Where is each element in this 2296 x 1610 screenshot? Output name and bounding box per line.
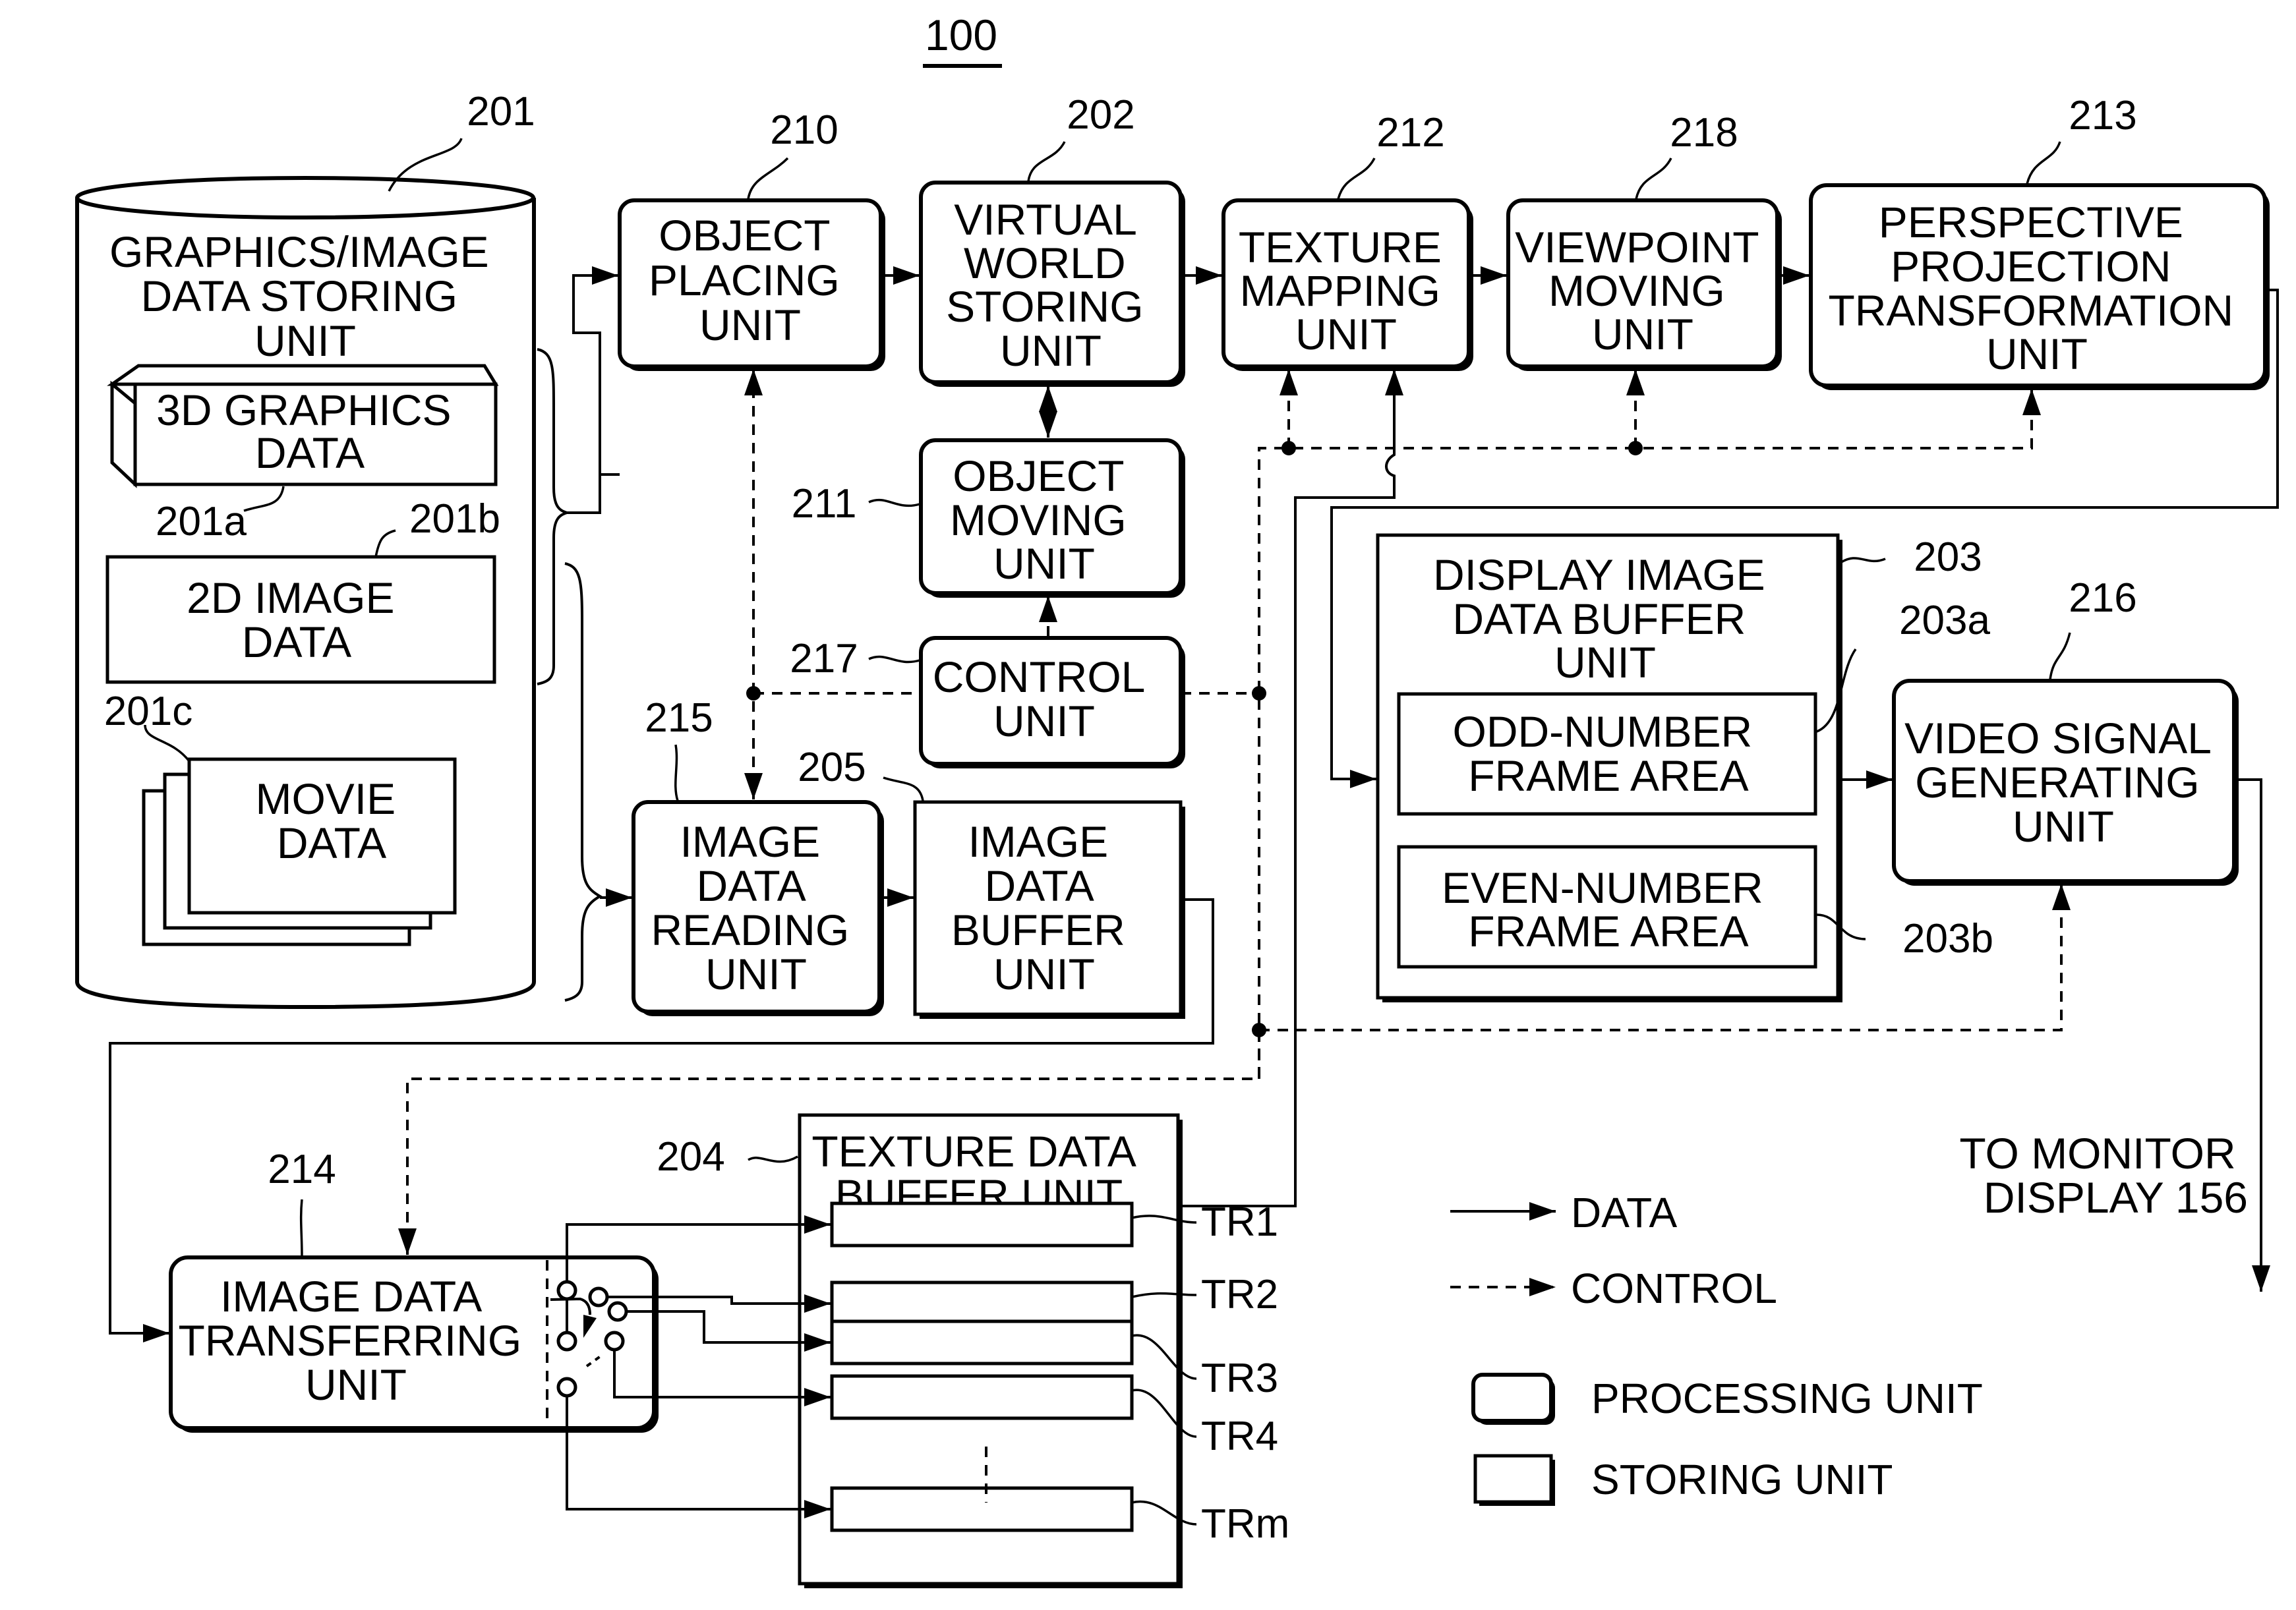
texture-mapping-unit: TEXTURE MAPPING UNIT 212 — [1222, 110, 1473, 371]
texture-slot-trm — [830, 1486, 1134, 1532]
figure-number: 100 — [923, 11, 1002, 68]
image-data-transferring-unit: IMAGE DATA TRANSFERRING UNIT 214 — [169, 1147, 659, 1433]
legend-processing-label: PROCESSING UNIT — [1591, 1375, 1983, 1422]
brace-lower — [564, 562, 603, 1002]
texture-slot-tr3 — [830, 1319, 1134, 1366]
object-moving-unit: OBJECT MOVING UNIT 211 — [792, 438, 1185, 598]
ref-201: 201 — [467, 89, 535, 134]
legend: DATA CONTROL PROCESSING UNIT STORING UNI… — [1450, 1189, 1983, 1506]
viewpoint-moving-unit: VIEWPOINT MOVING UNIT 218 — [1506, 110, 1782, 371]
brace-connector — [567, 473, 620, 514]
ref-203a: 203a — [1899, 598, 1990, 643]
legend-control-label: CONTROL — [1571, 1265, 1777, 1312]
ref-201b: 201b — [409, 496, 500, 542]
ref-211: 211 — [792, 481, 857, 527]
ref-205: 205 — [798, 745, 866, 790]
ref-215: 215 — [645, 695, 713, 741]
slot-label-tr4: TR4 — [1201, 1414, 1278, 1459]
ref-201c: 201c — [104, 689, 192, 734]
ref-202: 202 — [1067, 92, 1134, 138]
legend-storing-symbol — [1473, 1454, 1553, 1504]
ref-210: 210 — [770, 107, 838, 153]
ref-212: 212 — [1376, 110, 1444, 156]
ref-214: 214 — [268, 1147, 336, 1192]
ref-203: 203 — [1914, 534, 1982, 580]
ref-217: 217 — [790, 636, 858, 681]
object-placing-unit: OBJECT PLACING UNIT 210 — [618, 107, 885, 371]
slot-label-tr2: TR2 — [1201, 1272, 1278, 1317]
ref-201a: 201a — [156, 499, 247, 544]
svg-text:MOVIE DATA: MOVIE DATA — [255, 774, 407, 867]
texture-slot-tr4 — [830, 1374, 1134, 1420]
legend-processing-symbol — [1471, 1373, 1553, 1423]
ref-216: 216 — [2069, 575, 2136, 621]
legend-storing-label: STORING UNIT — [1591, 1456, 1893, 1503]
svg-text:ODD-NUMBER FRAME AREA: ODD-NUMBER FRAME AREA — [1453, 707, 1765, 800]
brace-upper — [537, 348, 572, 685]
perspective-projection-transformation-unit: PERSPECTIVE PROJECTION TRANSFORMATION UN… — [1809, 93, 2270, 390]
image-data-reading-unit: IMAGE DATA READING UNIT 215 — [632, 695, 884, 1016]
ref-218: 218 — [1670, 110, 1738, 156]
ref-203b: 203b — [1902, 916, 1993, 962]
svg-text:EVEN-NUMBER FRAME AREA: EVEN-NUMBER FRAME AREA — [1442, 863, 1775, 956]
legend-data-label: DATA — [1571, 1189, 1678, 1236]
ref-204: 204 — [657, 1134, 724, 1180]
texture-slot-tr1 — [830, 1201, 1134, 1248]
ref-213: 213 — [2069, 93, 2136, 138]
block-diagram: 100 GRAPHICS/IMAGE DATA STORING UNIT 201… — [75, 11, 2279, 1588]
monitor-output-label: TO MONITOR DISPLAY 156 — [1959, 1129, 2248, 1222]
figure-number-text: 100 — [925, 11, 997, 59]
texture-slot-tr2 — [830, 1280, 1134, 1327]
slot-label-tr3: TR3 — [1201, 1356, 1278, 1401]
virtual-world-storing-unit: VIRTUAL WORLD STORING UNIT 202 — [919, 92, 1185, 387]
slot-label-trm: TRm — [1201, 1501, 1289, 1547]
